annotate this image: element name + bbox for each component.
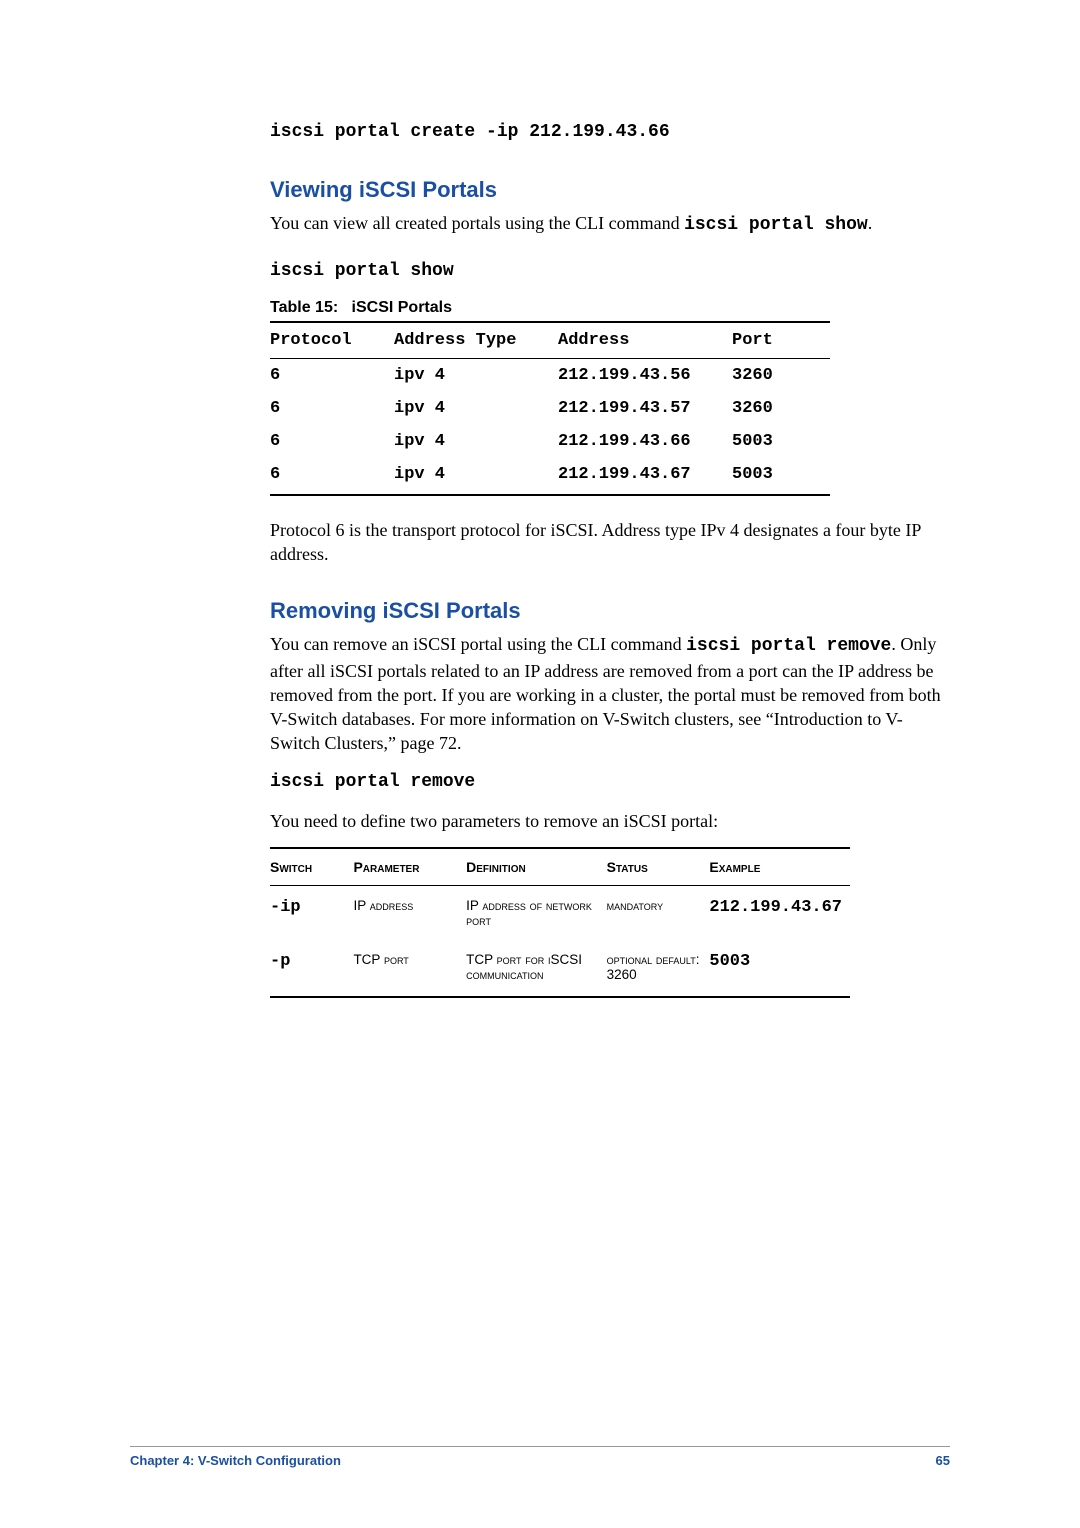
table-row: 6 ipv 4 212.199.43.56 3260	[270, 358, 830, 392]
page-footer: Chapter 4: V-Switch Configuration 65	[130, 1446, 950, 1468]
footer-page-number: 65	[936, 1453, 950, 1468]
table-row: 6 ipv 4 212.199.43.57 3260	[270, 392, 830, 425]
paragraph: You can remove an iSCSI portal using the…	[270, 632, 950, 755]
cell: 212.199.43.67	[558, 458, 732, 495]
cell-switch: -p	[270, 940, 353, 997]
table-header-row: Switch Parameter Definition Status Examp…	[270, 848, 850, 886]
paragraph: You can view all created portals using t…	[270, 211, 950, 237]
table-row: -ip IP address IP address of network por…	[270, 886, 850, 941]
col-definition: Definition	[466, 848, 606, 886]
cell: 5003	[732, 458, 830, 495]
cell: 6	[270, 392, 394, 425]
col-parameter: Parameter	[353, 848, 466, 886]
cell: ipv 4	[394, 425, 558, 458]
cell-definition: TCP port for iSCSI communication	[466, 940, 606, 997]
params-table: Switch Parameter Definition Status Examp…	[270, 847, 850, 998]
col-protocol: Protocol	[270, 322, 394, 359]
command-line: iscsi portal show	[270, 259, 950, 284]
text: You can view all created portals using t…	[270, 213, 684, 233]
col-switch: Switch	[270, 848, 353, 886]
cell-example: 212.199.43.67	[709, 886, 850, 941]
cell-example: 5003	[709, 940, 850, 997]
text: .	[868, 213, 873, 233]
cell: ipv 4	[394, 358, 558, 392]
inline-command: iscsi portal remove	[686, 636, 891, 656]
cell-parameter: IP address	[353, 886, 466, 941]
cell: 5003	[732, 425, 830, 458]
cell-definition: IP address of network port	[466, 886, 606, 941]
table-row: 6 ipv 4 212.199.43.67 5003	[270, 458, 830, 495]
table-row: 6 ipv 4 212.199.43.66 5003	[270, 425, 830, 458]
heading-viewing-iscsi-portals: Viewing iSCSI Portals	[270, 177, 950, 203]
cell: 212.199.43.66	[558, 425, 732, 458]
cell-switch: -ip	[270, 886, 353, 941]
col-status: Status	[607, 848, 710, 886]
heading-removing-iscsi-portals: Removing iSCSI Portals	[270, 598, 950, 624]
col-example: Example	[709, 848, 850, 886]
command-line: iscsi portal remove	[270, 770, 950, 795]
cell: 212.199.43.56	[558, 358, 732, 392]
col-port: Port	[732, 322, 830, 359]
table-row: -p TCP port TCP port for iSCSI communica…	[270, 940, 850, 997]
page: iscsi portal create -ip 212.199.43.66 Vi…	[0, 0, 1080, 1528]
cell-status: mandatory	[607, 886, 710, 941]
col-address: Address	[558, 322, 732, 359]
caption-number: Table 15:	[270, 299, 338, 316]
cell: 3260	[732, 358, 830, 392]
caption-title: iSCSI Portals	[352, 299, 452, 316]
cell: 6	[270, 425, 394, 458]
table-header-row: Protocol Address Type Address Port	[270, 322, 830, 359]
cell-status: optional default: 3260	[607, 940, 710, 997]
col-address-type: Address Type	[394, 322, 558, 359]
cell: 212.199.43.57	[558, 392, 732, 425]
footer-chapter: Chapter 4: V-Switch Configuration	[130, 1453, 341, 1468]
cell-parameter: TCP port	[353, 940, 466, 997]
inline-command: iscsi portal show	[684, 215, 868, 235]
cell: ipv 4	[394, 392, 558, 425]
table-caption: Table 15: iSCSI Portals	[270, 299, 950, 317]
cell: 6	[270, 458, 394, 495]
paragraph: Protocol 6 is the transport protocol for…	[270, 518, 950, 567]
paragraph: You need to define two parameters to rem…	[270, 809, 950, 833]
iscsi-portals-table: Protocol Address Type Address Port 6 ipv…	[270, 321, 830, 496]
cell: 6	[270, 358, 394, 392]
command-line: iscsi portal create -ip 212.199.43.66	[270, 120, 950, 145]
cell: ipv 4	[394, 458, 558, 495]
text: You can remove an iSCSI portal using the…	[270, 634, 686, 654]
cell: 3260	[732, 392, 830, 425]
